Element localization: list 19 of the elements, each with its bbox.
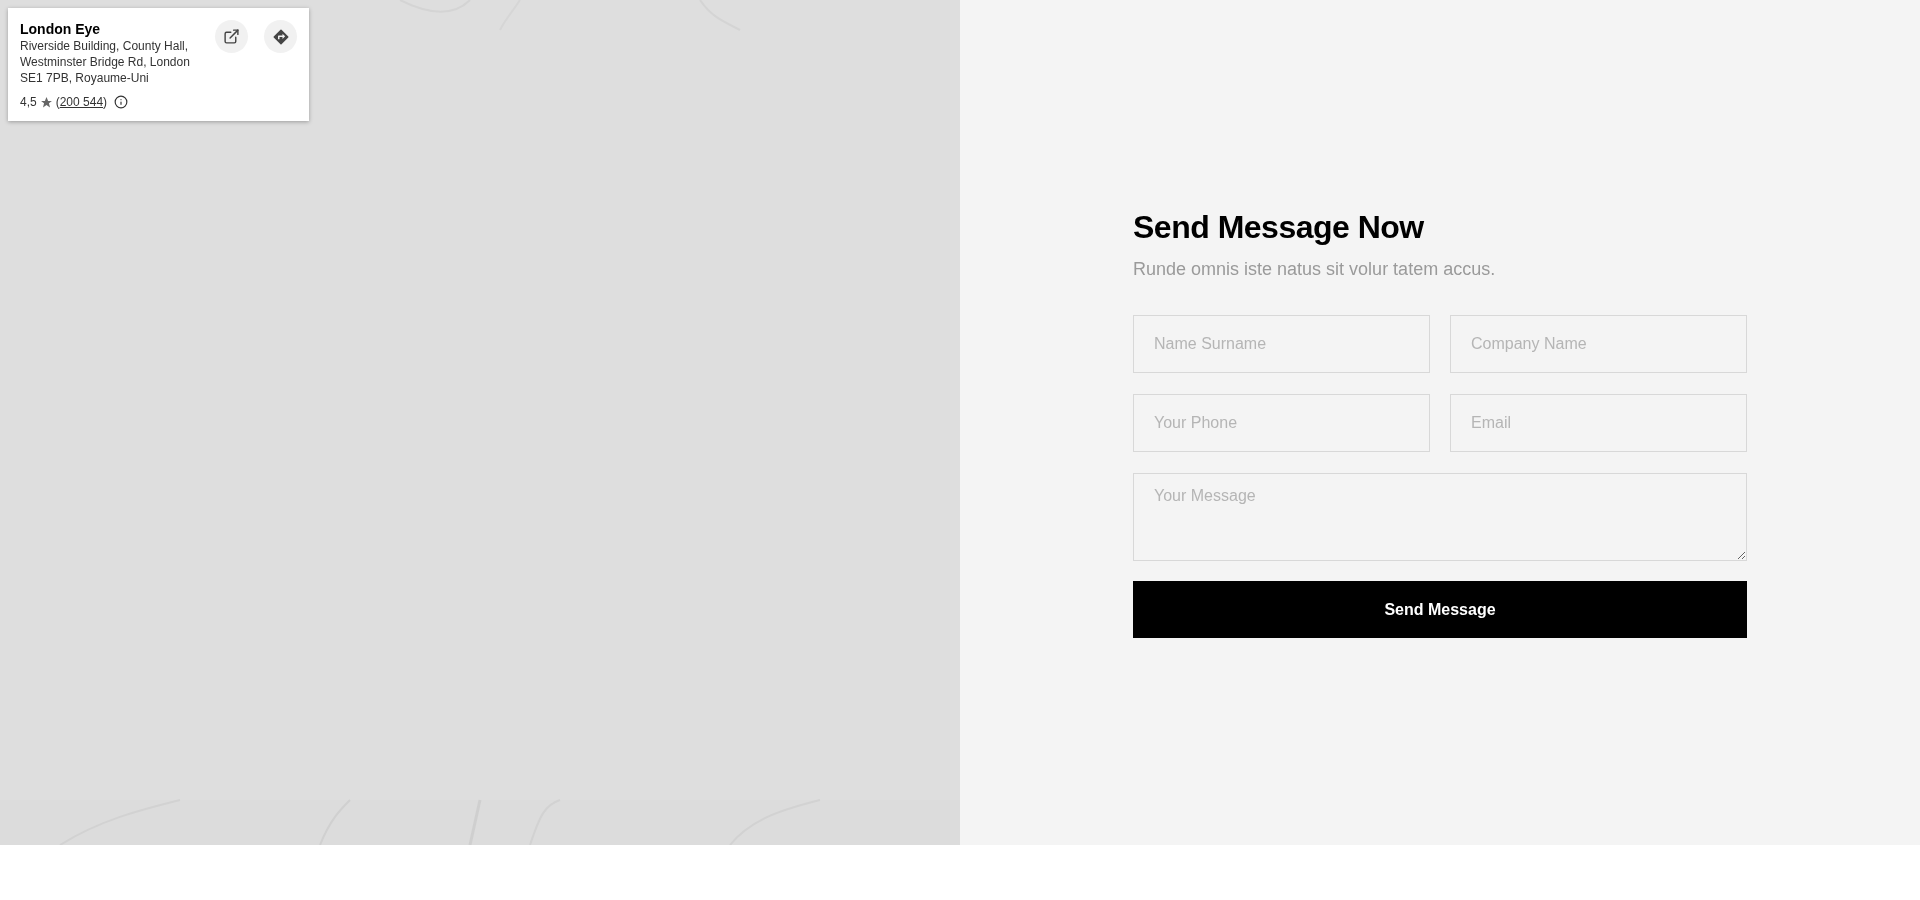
info-icon[interactable] (114, 95, 129, 109)
message-field[interactable]: Your Message (1133, 473, 1747, 561)
input-field[interactable]: Your Phone (1133, 394, 1430, 452)
paren: ( (55, 94, 60, 111)
open-in-maps-button[interactable] (215, 20, 248, 53)
directions-icon (271, 27, 290, 46)
send-message-button[interactable]: Send Message (1133, 581, 1747, 638)
input-field[interactable]: Email (1450, 394, 1747, 452)
star-icon (39, 95, 53, 109)
directions-button[interactable] (264, 20, 297, 53)
paren: ) (103, 94, 108, 111)
external-link-icon (223, 28, 240, 45)
place-title: London Eye (20, 20, 102, 38)
form-title: Send Message Now (1133, 208, 1425, 247)
place-address: Riverside Building, County Hall, Westminster Bridge Rd, London SE1 7PB, Royaume-Uni (20, 38, 191, 86)
rating-value: 4,5 (20, 94, 37, 111)
input-field[interactable]: Name Surname (1133, 315, 1430, 373)
form-subtitle: Runde omnis iste natus sit volur tatem accus. (1133, 258, 1497, 281)
input-field[interactable]: Company Name (1450, 315, 1747, 373)
